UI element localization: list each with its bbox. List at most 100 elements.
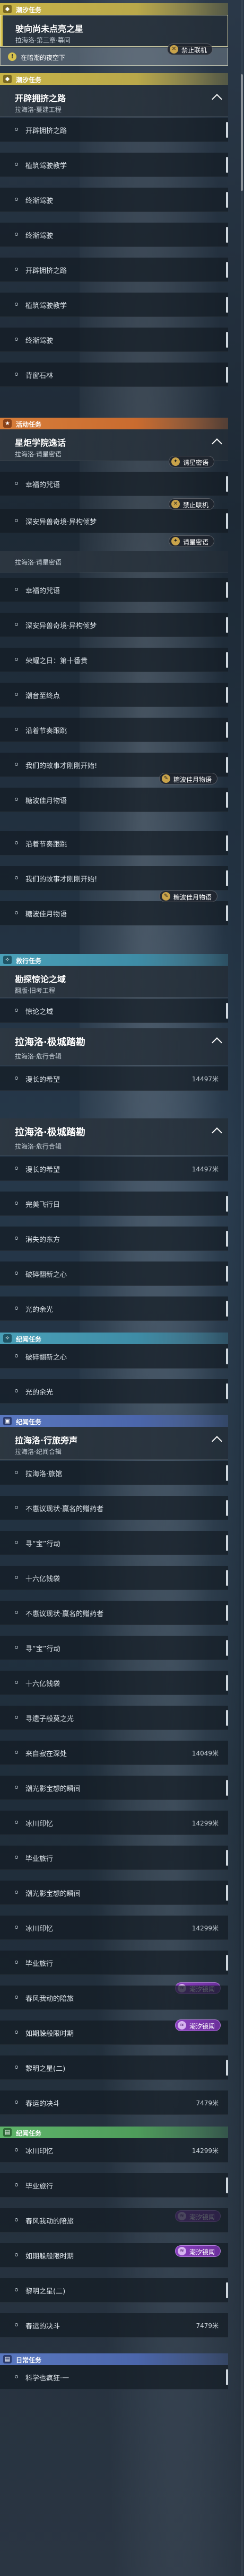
list-item[interactable]: 潮光影宝想的瞬间 bbox=[0, 1776, 228, 1800]
bullet-icon bbox=[15, 2253, 18, 2256]
lock-icon: ✕ bbox=[171, 500, 180, 508]
list-item[interactable]: 寻遗子般莫之光 bbox=[0, 1706, 228, 1730]
no-coop-badge: ✕ 禁止联机 bbox=[169, 498, 215, 510]
book-icon: ✎ bbox=[162, 774, 170, 783]
list-item[interactable]: 荣耀之日：第十番贵 bbox=[0, 648, 228, 672]
secret-badge: ✦ 请星密语 bbox=[169, 456, 215, 467]
list-item[interactable]: 来自寂在深处 14049米 bbox=[0, 1741, 228, 1765]
list-item[interactable]: 植筑驾驶教学 bbox=[0, 293, 228, 317]
quest-card-road[interactable]: 开辟拥挤之路 拉海洛·蔓建工程 bbox=[0, 85, 228, 117]
bullet-icon bbox=[15, 1389, 18, 1392]
list-item[interactable]: 终渐驾驶 bbox=[0, 223, 228, 247]
bullet-icon bbox=[15, 2218, 18, 2221]
list-item[interactable]: 完美飞行日 bbox=[0, 1192, 228, 1216]
list-item[interactable]: 开辟拥挤之路 bbox=[0, 258, 228, 282]
list-item[interactable]: 光的余光 bbox=[0, 1296, 228, 1321]
section-header-main-2[interactable]: ◆ 潮汐任务 bbox=[0, 73, 228, 85]
list-item[interactable]: 幸福的咒语 bbox=[0, 578, 228, 602]
section-header-world[interactable]: ▤ 纪闻任务 bbox=[0, 2127, 228, 2138]
list-item[interactable]: 消失的东方 bbox=[0, 1227, 228, 1251]
list-item[interactable]: 毕业旅行 bbox=[0, 1846, 228, 1870]
event-quest-icon: ★ bbox=[3, 419, 12, 428]
quest-card-city[interactable]: 拉海洛·极城踏勘 拉海洛·危行合辑 bbox=[0, 1028, 228, 1065]
section-header-side[interactable]: ✧ 救行任务 bbox=[0, 954, 228, 966]
list-item[interactable]: 深安异兽奇境·异构倾梦 bbox=[0, 613, 228, 637]
calendar-icon: ▤ bbox=[3, 2128, 12, 2137]
section-header-main[interactable]: ◆ 潮汐任务 bbox=[0, 3, 228, 15]
scrollbar-thumb[interactable] bbox=[241, 74, 243, 191]
list-item[interactable]: 潮光影宝想的瞬间 bbox=[0, 1881, 228, 1905]
list-item[interactable]: 漫长的希望 14497米 bbox=[0, 1066, 228, 1091]
quest-card-side[interactable]: 勘探惊论之域 翻版·旧考工程 bbox=[0, 966, 228, 998]
bullet-icon bbox=[15, 1786, 18, 1789]
secret-badge: ✦ 请星密语 bbox=[169, 535, 215, 547]
quest-card-daily[interactable]: 拉海洛·行旅旁声 拉海洛·纪闻合辑 bbox=[0, 1427, 228, 1460]
list-item[interactable]: 糖波佳月物语 bbox=[0, 788, 228, 812]
list-item[interactable]: 黎明之星(二) bbox=[0, 2278, 228, 2302]
bullet-icon bbox=[15, 198, 18, 201]
list-item[interactable]: 光的余光 bbox=[0, 1379, 228, 1404]
bullet-icon bbox=[15, 1926, 18, 1929]
bullet-icon bbox=[15, 1237, 18, 1240]
list-item[interactable]: 漫长的希望 14497米 bbox=[0, 1157, 228, 1181]
list-item[interactable]: 不惠议现状·赢名的赠药者 bbox=[0, 1601, 228, 1625]
list-item[interactable]: 深安异兽奇境·异构倾梦 bbox=[0, 509, 228, 533]
list-item[interactable]: 不惠议现状·赢名的赠药者 bbox=[0, 1496, 228, 1520]
bullet-icon bbox=[15, 2183, 18, 2186]
list-item[interactable]: 春风我动的陪旅 bbox=[0, 2208, 228, 2233]
story-badge: ✎ 糖波佳月物语 bbox=[159, 773, 218, 784]
list-item[interactable]: 春风我动的陪旅 bbox=[0, 1986, 228, 2010]
list-item[interactable]: 沿着节奏跟跳 bbox=[0, 718, 228, 742]
bullet-icon bbox=[15, 2375, 18, 2378]
list-item[interactable]: 开辟拥挤之路 bbox=[0, 118, 228, 142]
list-item[interactable]: 沿着节奏跟跳 bbox=[0, 831, 228, 855]
list-item[interactable]: 毕业旅行 bbox=[0, 2173, 228, 2198]
bullet-icon bbox=[15, 2288, 18, 2291]
scrollbar-track[interactable] bbox=[241, 0, 243, 2576]
list-item[interactable]: 寻“宝”行动 bbox=[0, 1636, 228, 1660]
section-header-event[interactable]: ★ 活动任务 bbox=[0, 418, 228, 429]
list-item[interactable]: 破碎翻新之心 bbox=[0, 1344, 228, 1369]
bullet-icon bbox=[15, 2031, 18, 2034]
quest-card-main[interactable]: 驶向尚未点亮之星 拉海洛·第三章·幕间 bbox=[0, 15, 228, 47]
section-header-daily[interactable]: ▣ 纪闻任务 bbox=[0, 1415, 228, 1427]
bullet-icon bbox=[15, 693, 18, 696]
list-item[interactable]: 拉海洛·旅馆 bbox=[0, 1461, 228, 1485]
no-coop-badge: ✕ 禁止联机 bbox=[167, 43, 213, 55]
list-item[interactable]: 潮音至终点 bbox=[0, 683, 228, 707]
list-item[interactable]: 糖波佳月物语 bbox=[0, 901, 228, 925]
list-item[interactable]: 黎明之星(二) bbox=[0, 2055, 228, 2080]
quest-card-city-2[interactable]: 拉海洛·极城踏勘 拉海洛·危行合辑 bbox=[0, 1118, 228, 1155]
list-item[interactable]: 春运的决斗 7479米 bbox=[0, 2313, 228, 2337]
list-item[interactable]: 毕业旅行 bbox=[0, 1951, 228, 1975]
section-header-daily-2[interactable]: ▤ 日常任务 bbox=[0, 2353, 228, 2365]
list-item[interactable]: 惊论之域 bbox=[0, 999, 228, 1023]
list-item[interactable]: 寻“宝”行动 bbox=[0, 1531, 228, 1555]
list-item[interactable]: 终渐驾驶 bbox=[0, 328, 228, 352]
star-icon: ! bbox=[8, 52, 16, 61]
quest-subcard[interactable]: 拉海洛·请星密语 bbox=[0, 551, 228, 572]
tide-badge: ≈潮汐镜阈 bbox=[175, 2245, 221, 2257]
list-item[interactable]: 破碎翻新之心 bbox=[0, 1261, 228, 1286]
section-header-side-2[interactable]: ✧ 纪闻任务 bbox=[0, 1333, 228, 1344]
chevron-up-icon bbox=[212, 1127, 222, 1138]
list-item[interactable]: 科学也疯狂·一 bbox=[0, 2365, 228, 2389]
tide-quest-icon: ◆ bbox=[3, 5, 12, 13]
list-item[interactable]: 冰川印忆 14299米 bbox=[0, 2138, 228, 2163]
news-icon: ▣ bbox=[3, 1417, 12, 1425]
list-item[interactable]: 十六亿钱袋 bbox=[0, 1671, 228, 1695]
list-item[interactable]: 幸福的咒语 bbox=[0, 472, 228, 496]
chevron-up-icon bbox=[212, 94, 222, 104]
list-item[interactable]: 冰川印忆 14299米 bbox=[0, 1811, 228, 1835]
bullet-icon bbox=[15, 163, 18, 166]
list-item[interactable]: 十六亿钱袋 bbox=[0, 1566, 228, 1590]
list-item[interactable]: 终渐驾驶 bbox=[0, 188, 228, 212]
list-item[interactable]: 背窗石林 bbox=[0, 363, 228, 387]
list-item[interactable]: 冰川印忆 14299米 bbox=[0, 1916, 228, 1940]
list-item[interactable]: 植筑驾驶教学 bbox=[0, 153, 228, 177]
list-item[interactable]: 我们的故事才刚刚开始! bbox=[0, 866, 228, 890]
list-item[interactable]: 春运的决斗 7479米 bbox=[0, 2090, 228, 2115]
bullet-icon bbox=[15, 1541, 18, 1544]
wave-icon: ≈ bbox=[178, 2247, 186, 2255]
bullet-icon bbox=[15, 1009, 18, 1012]
